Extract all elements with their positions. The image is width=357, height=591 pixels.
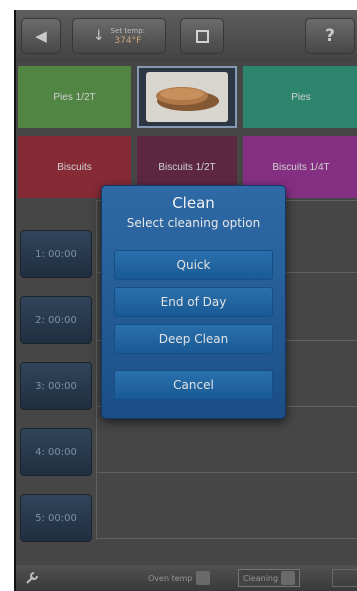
cancel-button[interactable]: Cancel (114, 370, 273, 400)
clean-dialog: Clean Select cleaning option Quick End o… (101, 185, 286, 419)
device-frame: ◀ ↓ Set temp: 374°F ? Pies 1/2T Pies Bis… (0, 0, 357, 591)
dialog-subtitle: Select cleaning option (126, 216, 261, 230)
dialog-title: Clean (172, 194, 215, 212)
oven-screen: ◀ ↓ Set temp: 374°F ? Pies 1/2T Pies Bis… (14, 10, 357, 591)
quick-button[interactable]: Quick (114, 250, 273, 280)
deep-clean-button[interactable]: Deep Clean (114, 324, 273, 354)
end-of-day-button[interactable]: End of Day (114, 287, 273, 317)
